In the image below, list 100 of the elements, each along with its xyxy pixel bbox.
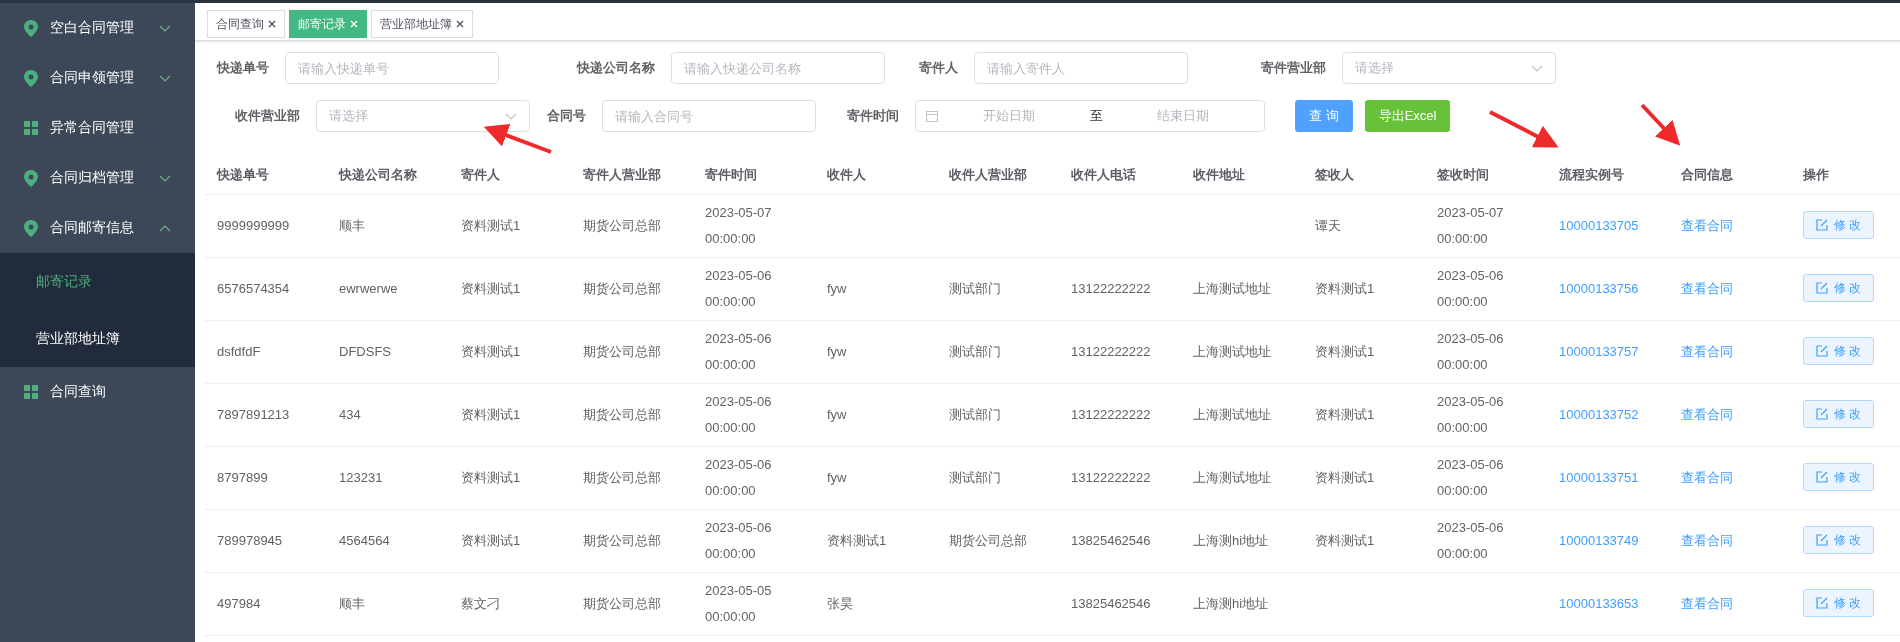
tab[interactable]: 营业部地址簿 xyxy=(371,10,473,38)
table-cell: 上海测hi地址 xyxy=(1181,509,1303,572)
close-icon xyxy=(268,20,276,28)
field-label: 收件营业部 xyxy=(234,107,301,125)
table-cell: 13122222222 xyxy=(1059,320,1181,383)
column-header: 收件地址 xyxy=(1181,156,1303,194)
table-cell: 期货公司总部 xyxy=(571,194,693,257)
annotation-arrow xyxy=(483,124,552,154)
link[interactable]: 10000133756 xyxy=(1559,280,1639,296)
table-cell: 123231 xyxy=(327,446,449,509)
link[interactable]: 查看合同 xyxy=(1681,280,1733,296)
field-label: 寄件时间 xyxy=(846,107,900,125)
tab[interactable]: 邮寄记录 xyxy=(289,10,367,38)
date-range-field[interactable]: 开始日期 至 结束日期 xyxy=(915,100,1265,132)
input-field[interactable]: 请输入快递单号 xyxy=(285,52,499,84)
table-cell: 9999999999 xyxy=(205,194,327,257)
input-field[interactable]: 请输入合同号 xyxy=(602,100,816,132)
sidebar-item[interactable]: 合同邮寄信息 xyxy=(0,203,195,253)
table-cell: 上海测试地址 xyxy=(1181,257,1303,320)
field-label: 寄件营业部 xyxy=(1260,59,1327,77)
table-cell: 测试部门 xyxy=(937,257,1059,320)
edit-icon xyxy=(1816,471,1828,483)
field-label: 快递公司名称 xyxy=(575,59,656,77)
table-cell: 期货公司总部 xyxy=(571,257,693,320)
annotation-arrow xyxy=(1489,110,1559,148)
chevron-down-icon xyxy=(505,112,517,120)
edit-icon xyxy=(1816,345,1828,357)
select-field[interactable]: 请选择 xyxy=(1342,52,1556,84)
table-cell: 期货公司总部 xyxy=(571,383,693,446)
column-header: 寄件人 xyxy=(449,156,571,194)
table-cell: 上海测hi地址 xyxy=(1181,572,1303,635)
column-header: 快递单号 xyxy=(205,156,327,194)
sidebar-item[interactable]: 合同申领管理 xyxy=(0,53,195,103)
tab[interactable]: 合同查询 xyxy=(207,10,285,38)
edit-button[interactable]: 修 改 xyxy=(1803,211,1875,239)
edit-icon xyxy=(1816,219,1828,231)
link[interactable]: 10000133751 xyxy=(1559,469,1639,485)
sidebar-item[interactable]: 合同查询 xyxy=(0,367,195,417)
table-cell: 2023-05-06 00:00:00 xyxy=(1425,509,1547,572)
export-button[interactable]: 导出Excel xyxy=(1364,100,1451,132)
link[interactable]: 10000133749 xyxy=(1559,532,1639,548)
table-cell: ewrwerwe xyxy=(327,257,449,320)
column-header: 快递公司名称 xyxy=(327,156,449,194)
table-cell: 顺丰 xyxy=(327,194,449,257)
chevron-down-icon xyxy=(1531,64,1543,72)
column-header: 操作 xyxy=(1791,156,1900,194)
submenu-item[interactable]: 邮寄记录 xyxy=(0,253,195,310)
table-cell: 13825462546 xyxy=(1059,572,1181,635)
table-cell: 资料测试1 xyxy=(449,194,571,257)
table-cell: 资料测试1 xyxy=(449,383,571,446)
table-cell: 期货公司总部 xyxy=(571,320,693,383)
table-cell: 期货公司总部 xyxy=(571,572,693,635)
link[interactable]: 查看合同 xyxy=(1681,343,1733,359)
edit-icon xyxy=(1816,534,1828,546)
table-cell: 2023-05-06 00:00:00 xyxy=(693,383,815,446)
link[interactable]: 10000133752 xyxy=(1559,406,1639,422)
table-cell: 2023-05-06 00:00:00 xyxy=(1425,446,1547,509)
table-cell: 13122222222 xyxy=(1059,446,1181,509)
sidebar-item[interactable]: 合同归档管理 xyxy=(0,153,195,203)
close-icon xyxy=(350,20,358,28)
table-cell: 资料测试1 xyxy=(449,446,571,509)
column-header: 合同信息 xyxy=(1669,156,1791,194)
table-cell: 资料测试1 xyxy=(1303,257,1425,320)
edit-button[interactable]: 修 改 xyxy=(1803,337,1875,365)
link[interactable]: 查看合同 xyxy=(1681,595,1733,611)
link[interactable]: 10000133757 xyxy=(1559,343,1639,359)
select-field[interactable]: 请选择 xyxy=(316,100,530,132)
table-cell: 2023-05-07 00:00:00 xyxy=(1425,194,1547,257)
table-cell: 资料测试1 xyxy=(449,257,571,320)
query-button[interactable]: 查 询 xyxy=(1295,100,1353,132)
link[interactable]: 10000133653 xyxy=(1559,595,1639,611)
edit-icon xyxy=(1816,282,1828,294)
edit-button[interactable]: 修 改 xyxy=(1803,463,1875,491)
link[interactable]: 查看合同 xyxy=(1681,406,1733,422)
edit-button[interactable]: 修 改 xyxy=(1803,589,1875,617)
input-field[interactable]: 请输入寄件人 xyxy=(974,52,1188,84)
sidebar-item[interactable]: 异常合同管理 xyxy=(0,103,195,153)
field-label: 寄件人 xyxy=(918,59,959,77)
grid-icon xyxy=(24,385,38,399)
link[interactable]: 10000133705 xyxy=(1559,217,1639,233)
location-pin-icon xyxy=(24,169,38,187)
sidebar-item[interactable]: 空白合同管理 xyxy=(0,3,195,53)
submenu-item[interactable]: 营业部地址簿 xyxy=(0,310,195,367)
table-cell: 13122222222 xyxy=(1059,383,1181,446)
table-cell: 13825462546 xyxy=(1059,509,1181,572)
column-header: 收件人 xyxy=(815,156,937,194)
table-cell: 4564564 xyxy=(327,509,449,572)
edit-button[interactable]: 修 改 xyxy=(1803,274,1875,302)
grid-icon xyxy=(24,121,38,135)
table-cell: 上海测试地址 xyxy=(1181,446,1303,509)
link[interactable]: 查看合同 xyxy=(1681,469,1733,485)
column-header: 签收人 xyxy=(1303,156,1425,194)
edit-button[interactable]: 修 改 xyxy=(1803,526,1875,554)
link[interactable]: 查看合同 xyxy=(1681,532,1733,548)
table-cell: 2023-05-06 00:00:00 xyxy=(693,509,815,572)
input-field[interactable]: 请输入快递公司名称 xyxy=(671,52,885,84)
table-cell: 789978945 xyxy=(205,509,327,572)
link[interactable]: 查看合同 xyxy=(1681,217,1733,233)
edit-button[interactable]: 修 改 xyxy=(1803,400,1875,428)
table-cell: fyw xyxy=(815,383,937,446)
